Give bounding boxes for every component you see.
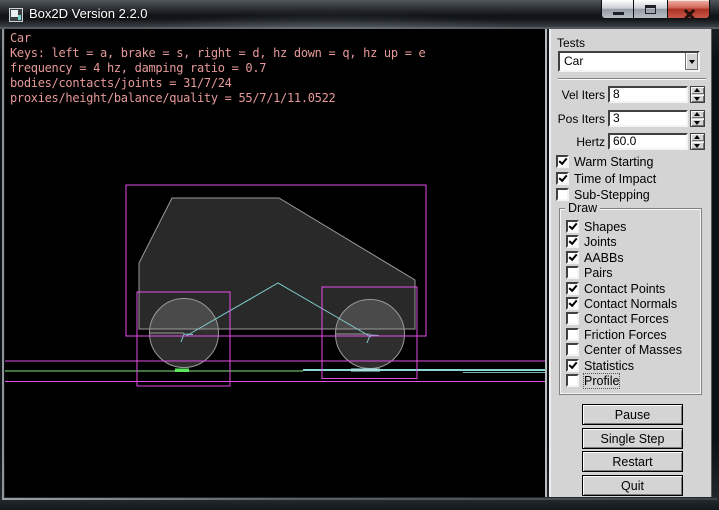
draw-group-box: Draw ShapesJointsAABBsPairsContact Point… <box>559 208 702 395</box>
checked-checkbox-icon <box>566 235 579 248</box>
spinner-down-icon[interactable] <box>691 142 704 149</box>
pos-iters-spinner <box>690 110 705 127</box>
window-left-edge <box>2 29 4 498</box>
minimize-icon <box>613 12 624 15</box>
restart-button[interactable]: Restart <box>582 451 683 472</box>
contact-forces-label: Contact Forces <box>584 312 669 326</box>
shapes-label: Shapes <box>584 220 626 234</box>
hertz-row: Hertz60.0 <box>551 133 714 150</box>
profile-label: Profile <box>584 374 619 388</box>
contact-point-marker <box>175 369 189 373</box>
vel-iters-row: Vel Iters8 <box>551 86 714 103</box>
statistics-label: Statistics <box>584 359 634 373</box>
unchecked-checkbox-icon <box>566 328 579 341</box>
window-bottom-edge <box>2 498 717 500</box>
chevron-down-icon[interactable] <box>685 53 698 70</box>
unchecked-checkbox-icon <box>566 266 579 279</box>
checked-checkbox-icon <box>566 282 579 295</box>
maximize-button[interactable] <box>634 0 667 19</box>
sub-stepping-label: Sub-Stepping <box>574 188 650 202</box>
tests-label: Tests <box>557 36 585 50</box>
contact-points-label: Contact Points <box>584 282 665 296</box>
close-icon <box>682 8 697 23</box>
checked-checkbox-icon <box>566 251 579 264</box>
checked-checkbox-icon <box>566 220 579 233</box>
single-step-button[interactable]: Single Step <box>582 428 683 449</box>
aabbs-label: AABBs <box>584 251 624 265</box>
pause-button[interactable]: Pause <box>582 404 683 425</box>
window-title: Box2D Version 2.2.0 <box>29 0 148 29</box>
friction-forces-label: Friction Forces <box>584 328 667 342</box>
spinner-up-icon[interactable] <box>691 134 704 141</box>
close-button[interactable] <box>667 0 710 19</box>
pos-iters-row: Pos Iters3 <box>551 110 714 127</box>
minimize-button[interactable] <box>601 0 634 19</box>
pos-iters-label: Pos Iters <box>551 112 605 126</box>
hertz-field[interactable]: 60.0 <box>608 133 688 150</box>
stats-text-line: Car <box>10 31 425 46</box>
spinner-down-icon[interactable] <box>691 95 704 102</box>
checked-checkbox-icon <box>566 359 579 372</box>
draw-group-title: Draw <box>565 201 600 215</box>
time-of-impact-label: Time of Impact <box>574 172 656 186</box>
maximize-icon <box>645 5 656 14</box>
quit-button[interactable]: Quit <box>582 475 683 496</box>
stats-text-block: CarKeys: left = a, brake = s, right = d,… <box>10 31 425 106</box>
stats-text-line: proxies/height/balance/quality = 55/7/1/… <box>10 91 425 106</box>
pairs-label: Pairs <box>584 266 612 280</box>
unchecked-checkbox-icon <box>566 374 579 387</box>
separator <box>558 78 706 80</box>
stats-text-line: bodies/contacts/joints = 31/7/24 <box>10 76 425 91</box>
app-window: Box2D Version 2.2.0 <box>0 0 719 510</box>
wheel-contact-segment <box>351 369 380 372</box>
checked-checkbox-icon <box>566 297 579 310</box>
control-panel: Tests Car Vel Iters8Pos Iters3Hertz60.0 … <box>549 29 712 497</box>
spinner-up-icon[interactable] <box>691 111 704 118</box>
vel-iters-field[interactable]: 8 <box>608 86 688 103</box>
warm-starting-label: Warm Starting <box>574 155 653 169</box>
tests-dropdown[interactable]: Car <box>558 51 700 72</box>
unchecked-checkbox-icon <box>566 312 579 325</box>
vel-iters-label: Vel Iters <box>551 88 605 102</box>
center-of-masses-label: Center of Masses <box>584 343 682 357</box>
spinner-up-icon[interactable] <box>691 87 704 94</box>
pos-iters-field[interactable]: 3 <box>608 110 688 127</box>
spinner-down-icon[interactable] <box>691 119 704 126</box>
contact-normals-label: Contact Normals <box>584 297 677 311</box>
hertz-spinner <box>690 133 705 150</box>
hertz-label: Hertz <box>551 135 605 149</box>
checked-checkbox-icon <box>556 155 569 168</box>
titlebar-glass-sheen <box>120 10 540 29</box>
simulation-canvas[interactable]: CarKeys: left = a, brake = s, right = d,… <box>5 29 547 497</box>
vel-iters-spinner <box>690 86 705 103</box>
tests-dropdown-value: Car <box>564 54 583 68</box>
title-bar[interactable]: Box2D Version 2.2.0 <box>0 0 719 29</box>
joints-label: Joints <box>584 235 617 249</box>
app-icon <box>9 8 23 22</box>
unchecked-checkbox-icon <box>566 343 579 356</box>
window-controls <box>601 0 710 19</box>
checked-checkbox-icon <box>556 172 569 185</box>
car-chassis-shape <box>139 198 415 329</box>
stats-text-line: Keys: left = a, brake = s, right = d, hz… <box>10 46 425 61</box>
unchecked-checkbox-icon <box>556 188 569 201</box>
stats-text-line: frequency = 4 hz, damping ratio = 0.7 <box>10 61 425 76</box>
